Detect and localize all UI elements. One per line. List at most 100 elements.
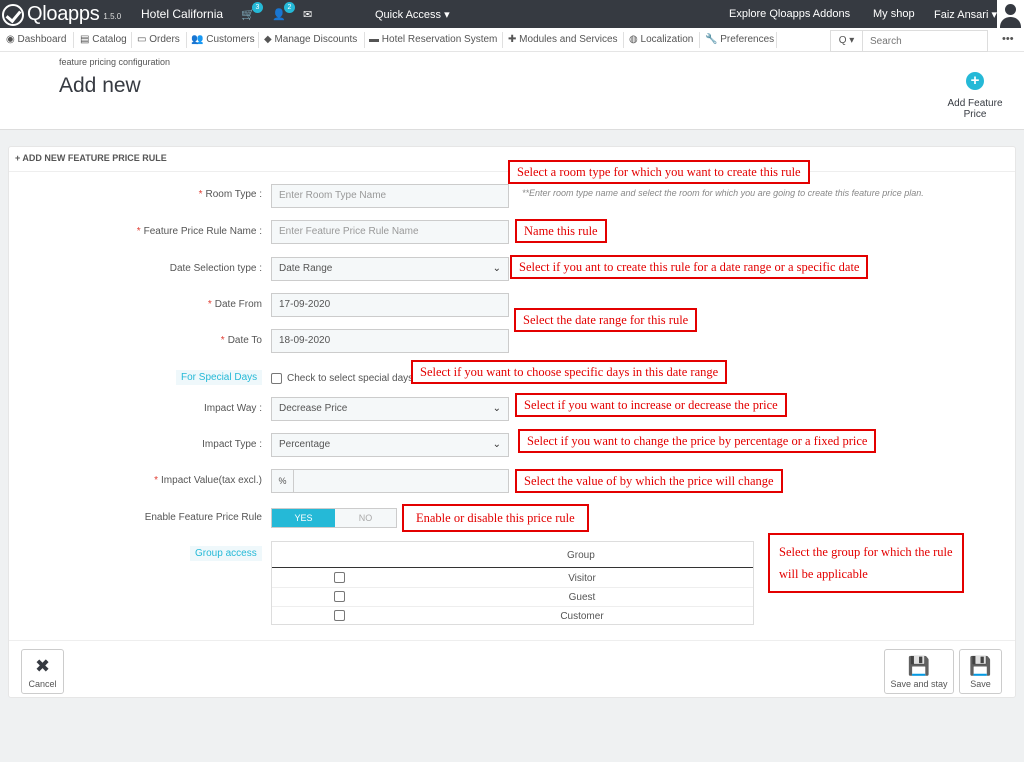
annotation-special-days: Select if you want to choose specific da… — [411, 360, 728, 384]
puzzle-icon: ✚ — [508, 34, 520, 45]
bed-icon: ▬ — [369, 34, 382, 45]
footer-divider — [9, 640, 1015, 641]
date-selection-label: Date Selection type : — [169, 263, 262, 274]
impact-value-label: * Impact Value(tax excl.) — [154, 475, 262, 486]
dashboard-icon: ◉ — [6, 34, 18, 45]
qloapps-logo-icon — [2, 3, 24, 26]
annotation-impact-value: Select the value of by which the price w… — [515, 469, 783, 493]
explore-addons-link[interactable]: Explore Qloapps Addons — [729, 8, 850, 20]
impact-value-input[interactable]: % — [271, 469, 509, 493]
annotation-date-selection: Select if you ant to create this rule fo… — [510, 255, 869, 279]
annotation-room-type: Select a room type for which you want to… — [508, 160, 810, 184]
room-type-hint: **Enter room type name and select the ro… — [522, 188, 924, 198]
cart-badge: 3 — [252, 2, 263, 13]
add-feature-price-button[interactable]: + Add Feature Price — [935, 72, 1015, 120]
group-checkbox-visitor[interactable] — [334, 572, 345, 583]
group-checkbox-customer[interactable] — [334, 610, 345, 621]
group-table-header: Group — [272, 542, 753, 568]
room-type-label: * Room Type : — [198, 189, 262, 200]
nav-divider — [258, 32, 259, 48]
nav-divider — [131, 32, 132, 48]
search-box: Q ▾ — [830, 30, 988, 52]
enable-rule-label: Enable Feature Price Rule — [144, 512, 262, 523]
chevron-down-icon: ⌄ — [492, 439, 501, 450]
nav-divider — [502, 32, 503, 48]
special-days-checkbox-row[interactable]: Check to select special days — [271, 373, 413, 384]
nav-localization[interactable]: ◍ Localization — [629, 34, 693, 45]
room-type-input[interactable]: Enter Room Type Name — [271, 184, 509, 208]
date-from-label: * Date From — [207, 299, 262, 310]
search-type-button[interactable]: Q ▾ — [831, 31, 863, 51]
rule-name-label: * Feature Price Rule Name : — [136, 226, 262, 237]
search-input[interactable] — [864, 31, 986, 51]
table-row: Guest — [272, 588, 753, 607]
date-to-input[interactable]: 18-09-2020 — [271, 329, 509, 353]
book-icon: ▤ — [80, 34, 93, 45]
special-days-label: For Special Days — [176, 370, 263, 385]
save-button[interactable]: 💾 Save — [959, 649, 1002, 694]
group-name: Guest — [568, 592, 596, 603]
date-selection-select[interactable]: Date Range ⌄ — [271, 257, 509, 281]
wrench-icon: 🔧 — [705, 34, 721, 45]
annotation-group-access: Select the group for which the rule will… — [768, 533, 964, 593]
group-access-label: Group access — [190, 546, 262, 561]
impact-type-select[interactable]: Percentage ⌄ — [271, 433, 509, 457]
table-row: Visitor — [272, 569, 753, 588]
enable-rule-toggle[interactable]: YES NO — [271, 508, 397, 528]
chevron-down-icon: ⌄ — [492, 263, 501, 274]
close-icon: ✖ — [34, 656, 51, 676]
breadcrumb[interactable]: feature pricing configuration — [59, 57, 170, 67]
nav-modules[interactable]: ✚ Modules and Services — [508, 34, 618, 45]
nav-divider — [364, 32, 365, 48]
percent-addon: % — [272, 470, 294, 492]
annotation-impact-way: Select if you want to increase or decrea… — [515, 393, 787, 417]
nav-divider — [186, 32, 187, 48]
my-shop-link[interactable]: My shop — [873, 8, 915, 20]
group-access-table: Group Visitor Guest Customer — [271, 541, 754, 625]
nav-hotel-reservation[interactable]: ▬ Hotel Reservation System — [369, 34, 497, 45]
toggle-yes[interactable]: YES — [272, 509, 335, 527]
page-title: Add new — [59, 74, 141, 97]
chevron-down-icon: ⌄ — [492, 403, 501, 414]
annotation-rule-name: Name this rule — [515, 219, 607, 243]
annotation-impact-type: Select if you want to change the price b… — [518, 429, 877, 453]
quick-access-dropdown[interactable]: Quick Access ▾ — [375, 8, 450, 21]
cancel-button[interactable]: ✖ Cancel — [21, 649, 64, 694]
group-name: Customer — [560, 611, 604, 622]
nav-customers[interactable]: 👥 Customers — [191, 34, 255, 45]
user-badge: 2 — [284, 2, 295, 13]
more-icon[interactable]: ••• — [1002, 33, 1014, 45]
nav-dashboard[interactable]: ◉ Dashboard — [6, 34, 66, 45]
page-header: feature pricing configuration Add new + … — [0, 52, 1024, 130]
date-from-input[interactable]: 17-09-2020 — [271, 293, 509, 317]
nav-preferences[interactable]: 🔧 Preferences — [705, 34, 774, 45]
user-menu[interactable]: Faiz Ansari ▾ — [934, 8, 997, 21]
shop-name-link[interactable]: Hotel California — [141, 7, 223, 21]
floppy-icon: 💾 — [969, 656, 992, 676]
special-days-checkbox[interactable] — [271, 373, 282, 384]
version: 1.5.0 — [103, 12, 122, 21]
rule-name-input[interactable]: Enter Feature Price Rule Name — [271, 220, 509, 244]
nav-divider — [699, 32, 700, 48]
brand-name: Qloapps — [27, 3, 100, 25]
impact-type-label: Impact Type : — [202, 439, 262, 450]
floppy-icon: 💾 — [907, 656, 931, 676]
group-checkbox-guest[interactable] — [334, 591, 345, 602]
nav-catalog[interactable]: ▤ Catalog — [80, 34, 127, 45]
annotation-date-range: Select the date range for this rule — [514, 308, 698, 332]
save-and-stay-button[interactable]: 💾 Save and stay — [884, 649, 954, 694]
table-row: Customer — [272, 607, 753, 626]
annotation-enable-rule: Enable or disable this price rule — [402, 504, 589, 532]
mail-icon[interactable]: ✉ — [303, 8, 312, 21]
logo[interactable]: Qloapps 1.5.0 — [2, 3, 121, 26]
nav-orders[interactable]: ▭ Orders — [137, 34, 180, 45]
top-bar: Qloapps 1.5.0 Hotel California 🛒 3 👤 2 ✉… — [0, 0, 1024, 28]
nav-discounts[interactable]: ◆ Manage Discounts — [264, 34, 357, 45]
add-icon: + — [966, 72, 984, 90]
tag-icon: ◆ — [264, 34, 275, 45]
nav-divider — [776, 32, 777, 48]
impact-way-select[interactable]: Decrease Price ⌄ — [271, 397, 509, 421]
toggle-no[interactable]: NO — [335, 509, 396, 527]
impact-way-label: Impact Way : — [204, 403, 262, 414]
avatar[interactable] — [997, 0, 1024, 28]
